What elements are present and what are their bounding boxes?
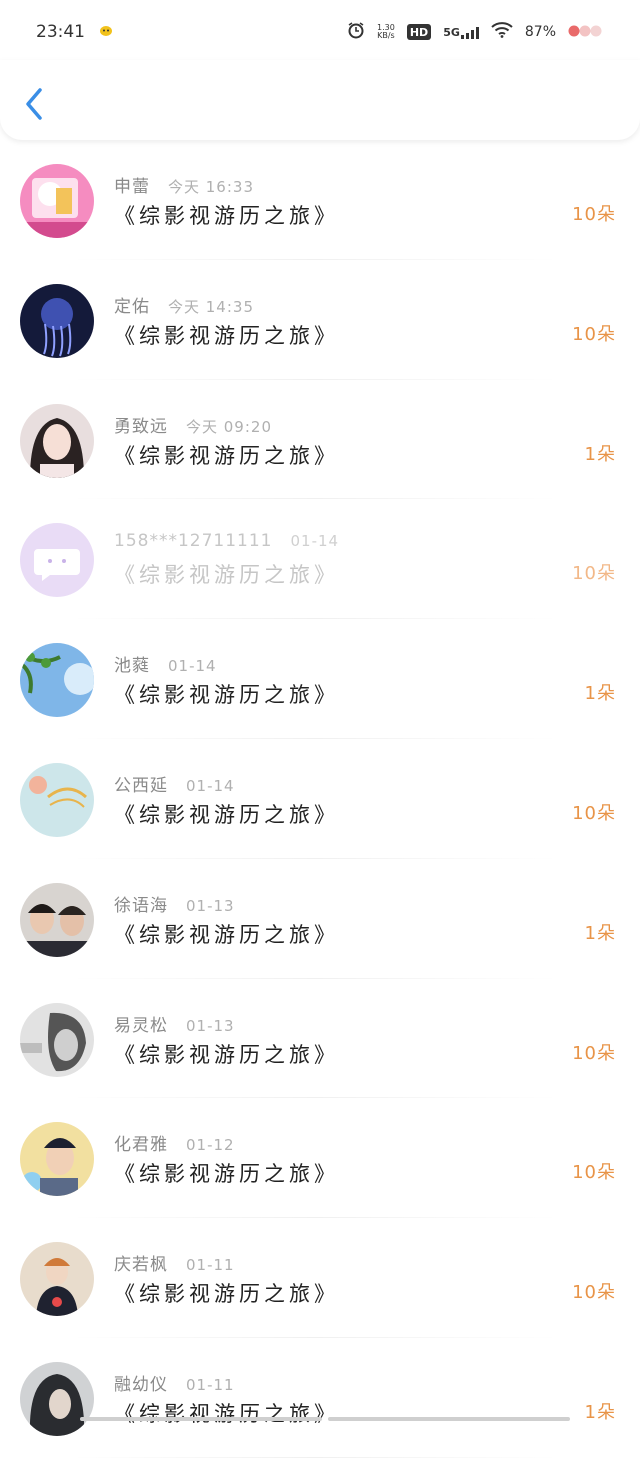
list-item[interactable]: 融幼仪 01-11 《综影视游历之旅》 1朵 [0, 1338, 640, 1458]
avatar [20, 1002, 94, 1077]
signal-bars-icon [460, 26, 479, 39]
list-item[interactable]: 化君雅 01-12 《综影视游历之旅》 10朵 [0, 1098, 640, 1218]
peach-icons [568, 23, 604, 41]
avatar [20, 1242, 94, 1317]
list-item[interactable]: 158***12711111 01-14 《综影视游历之旅》 10朵 [0, 499, 640, 619]
avatar [20, 523, 94, 598]
avatar [20, 643, 94, 718]
user-name: 申蕾 [114, 177, 150, 197]
timestamp: 01-12 [186, 1136, 235, 1155]
user-name: 公西延 [114, 775, 168, 796]
list-item-meta: 158***12711111 01-14 [114, 531, 339, 551]
timestamp: 01-11 [186, 1256, 235, 1275]
timestamp: 01-13 [186, 1016, 235, 1035]
timestamp: 01-11 [186, 1375, 235, 1394]
book-title: 《综影视游历之旅》 [114, 204, 339, 228]
list-item-meta: 勇致远 今天 09:20 [114, 412, 272, 437]
wifi-icon [491, 22, 513, 42]
book-title: 《综影视游历之旅》 [114, 1282, 339, 1307]
signal-indicator: 5G [443, 26, 479, 39]
flower-count: 10朵 [572, 563, 616, 585]
list-item-meta: 化君雅 01-12 [114, 1130, 235, 1155]
alarm-icon [347, 21, 365, 43]
user-name: 化君雅 [114, 1135, 168, 1156]
book-title: 《综影视游历之旅》 [114, 683, 339, 708]
list-item[interactable]: 公西延 01-14 《综影视游历之旅》 10朵 [0, 739, 640, 859]
flower-count: 10朵 [572, 323, 616, 345]
flower-count: 10朵 [572, 1282, 616, 1304]
list-item[interactable]: 申蕾 今天 16:33 《综影视游历之旅》 10朵 [0, 140, 640, 260]
timestamp: 今天 14:35 [168, 297, 254, 316]
user-name: 徐语海 [114, 895, 168, 916]
avatar [20, 1361, 94, 1436]
avatar [20, 762, 94, 837]
user-name: 池蕤 [114, 656, 150, 677]
flower-count: 10朵 [572, 1162, 616, 1184]
list-item-meta: 定佑 今天 14:35 [114, 292, 254, 317]
scroll-segment [80, 1417, 322, 1421]
back-button[interactable] [20, 84, 50, 124]
list-item-meta: 池蕤 01-14 [114, 651, 217, 676]
user-name: 勇致远 [114, 416, 168, 437]
book-title: 《综影视游历之旅》 [114, 1042, 339, 1067]
header-bar [0, 60, 640, 140]
book-title: 《综影视游历之旅》 [114, 1401, 339, 1426]
avatar [20, 1122, 94, 1197]
user-name: 庆若枫 [114, 1255, 168, 1276]
avatar [20, 882, 94, 957]
flower-count: 1朵 [584, 1401, 616, 1423]
timestamp: 今天 09:20 [186, 417, 272, 436]
book-title: 《综影视游历之旅》 [114, 922, 339, 947]
avatar [20, 403, 94, 478]
status-time: 23:41 [36, 22, 85, 42]
bottom-scroll-indicator [80, 1417, 570, 1421]
list-item-meta: 易灵松 01-13 [114, 1011, 235, 1036]
user-name: 易灵松 [114, 1015, 168, 1036]
list-item[interactable]: 池蕤 01-14 《综影视游历之旅》 1朵 [0, 619, 640, 739]
user-name: 定佑 [114, 296, 150, 317]
timestamp: 01-13 [186, 896, 235, 915]
list-item-meta: 徐语海 01-13 [114, 891, 235, 916]
signal-label: 5G [443, 25, 460, 39]
network-speed: 1.30 KB/s [377, 24, 395, 40]
timestamp: 今天 16:33 [168, 178, 254, 196]
list-item[interactable]: 徐语海 01-13 《综影视游历之旅》 1朵 [0, 859, 640, 979]
book-title: 《综影视游历之旅》 [114, 443, 339, 468]
user-name: 158***12711111 [114, 531, 273, 552]
flower-count: 1朵 [584, 443, 616, 465]
timestamp: 01-14 [290, 532, 340, 551]
list-item-meta: 庆若枫 01-11 [114, 1250, 235, 1275]
book-title: 《综影视游历之旅》 [114, 802, 339, 827]
book-title: 《综影视游历之旅》 [114, 323, 339, 348]
avatar [20, 164, 94, 238]
hd-badge: HD [406, 24, 432, 40]
timestamp: 01-14 [168, 657, 217, 676]
flower-count: 10朵 [572, 1042, 616, 1064]
list-item-meta: 申蕾 今天 16:33 [114, 172, 254, 197]
flower-count: 1朵 [584, 922, 616, 944]
flower-count: 1朵 [584, 683, 616, 705]
battery-percent: 87% [524, 24, 556, 40]
list-item[interactable]: 庆若枫 01-11 《综影视游历之旅》 10朵 [0, 1218, 640, 1338]
book-title: 《综影视游历之旅》 [114, 1162, 339, 1187]
flower-count: 10朵 [572, 802, 616, 824]
gift-record-list: 申蕾 今天 16:33 《综影视游历之旅》 10朵 定佑 今天 14:35 《综影视… [0, 140, 640, 1458]
timestamp: 01-14 [186, 776, 235, 795]
status-bar: 23:41 1.30 KB/s HD 5G 87% [0, 0, 640, 64]
scroll-segment [328, 1417, 570, 1421]
list-item-meta: 融幼仪 01-11 [114, 1370, 235, 1395]
user-name: 融幼仪 [114, 1374, 168, 1395]
notification-icon [99, 22, 113, 42]
network-speed-unit: KB/s [377, 31, 395, 40]
avatar [20, 283, 94, 358]
list-item-meta: 公西延 01-14 [114, 771, 235, 796]
list-item[interactable]: 易灵松 01-13 《综影视游历之旅》 10朵 [0, 979, 640, 1099]
list-item[interactable]: 定佑 今天 14:35 《综影视游历之旅》 10朵 [0, 260, 640, 380]
book-title: 《综影视游历之旅》 [114, 563, 339, 588]
chevron-left-icon [26, 88, 42, 120]
flower-count: 10朵 [572, 204, 616, 225]
list-item[interactable]: 勇致远 今天 09:20 《综影视游历之旅》 1朵 [0, 380, 640, 500]
